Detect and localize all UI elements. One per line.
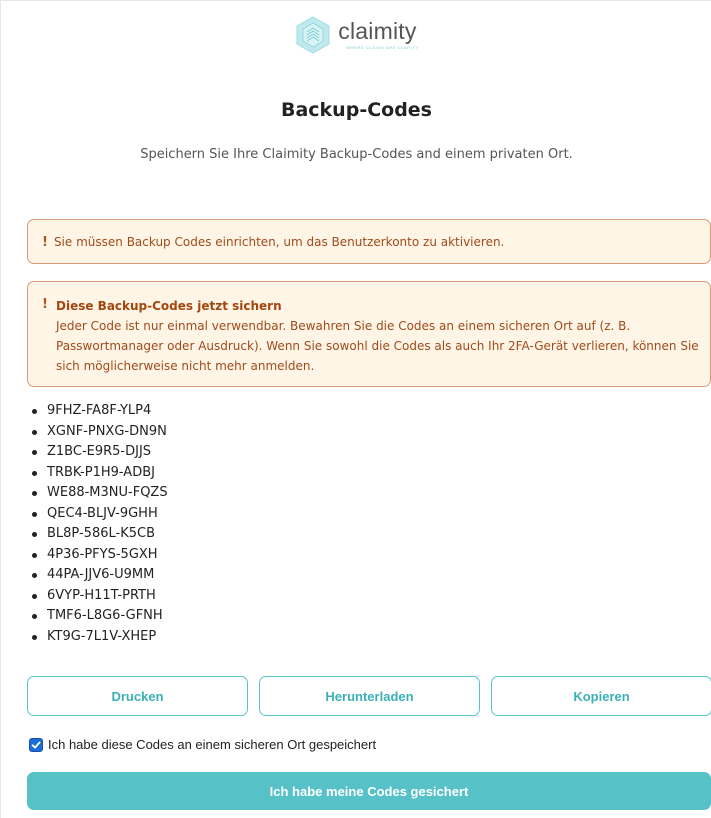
brand-tagline: WHERE CLAIMS ARE CLARITY	[346, 45, 419, 50]
warning-icon: !	[42, 235, 48, 250]
backup-codes-page: claimity WHERE CLAIMS ARE CLARITY Backup…	[0, 0, 711, 818]
backup-code-item: TMF6-L8G6-GFNH	[32, 606, 168, 627]
copy-button[interactable]: Kopieren	[491, 676, 711, 716]
brand-name: claimity	[338, 18, 417, 44]
backup-code-item: Z1BC-E9R5-DJJS	[32, 442, 168, 463]
backup-code-item: TRBK-P1H9-ADBJ	[32, 463, 168, 484]
save-codes-alert: ! Diese Backup-Codes jetzt sichern Jeder…	[27, 281, 711, 387]
backup-code-item: QEC4-BLJV-9GHH	[32, 504, 168, 525]
save-codes-heading: Diese Backup-Codes jetzt sichern	[56, 299, 282, 313]
brand-logo: claimity WHERE CLAIMS ARE CLARITY	[1, 15, 711, 55]
backup-codes-list: 9FHZ-FA8F-YLP4 XGNF-PNXG-DN9N Z1BC-E9R5-…	[27, 401, 168, 647]
confirm-saved-checkbox[interactable]	[29, 737, 43, 752]
backup-code-item: XGNF-PNXG-DN9N	[32, 422, 168, 443]
codes-saved-submit-button[interactable]: Ich habe meine Codes gesichert	[27, 772, 711, 810]
setup-required-alert: ! Sie müssen Backup Codes einrichten, um …	[27, 219, 711, 264]
setup-required-text: Sie müssen Backup Codes einrichten, um d…	[53, 235, 505, 249]
confirm-saved-row: Ich habe diese Codes an einem sicheren O…	[29, 737, 376, 752]
hexagon-logo-icon	[296, 16, 330, 54]
backup-code-item: BL8P-586L-K5CB	[32, 524, 168, 545]
confirm-saved-label[interactable]: Ich habe diese Codes an einem sicheren O…	[48, 737, 376, 752]
print-button[interactable]: Drucken	[27, 676, 248, 716]
backup-code-item: 9FHZ-FA8F-YLP4	[32, 401, 168, 422]
page-title: Backup-Codes	[280, 99, 432, 121]
warning-icon: !	[42, 297, 48, 312]
page-subtitle: Speichern Sie Ihre Claimity Backup-Codes…	[140, 147, 573, 162]
save-codes-text: Jeder Code ist nur einmal verwendbar. Be…	[56, 319, 699, 373]
backup-code-item: WE88-M3NU-FQZS	[32, 483, 168, 504]
backup-code-item: 6VYP-H11T-PRTH	[32, 586, 168, 607]
checkmark-icon	[31, 741, 41, 748]
backup-code-item: KT9G-7L1V-XHEP	[32, 627, 168, 648]
backup-code-item: 4P36-PFYS-5GXH	[32, 545, 168, 566]
download-button[interactable]: Herunterladen	[259, 676, 480, 716]
backup-code-item: 44PA-JJV6-U9MM	[32, 565, 168, 586]
